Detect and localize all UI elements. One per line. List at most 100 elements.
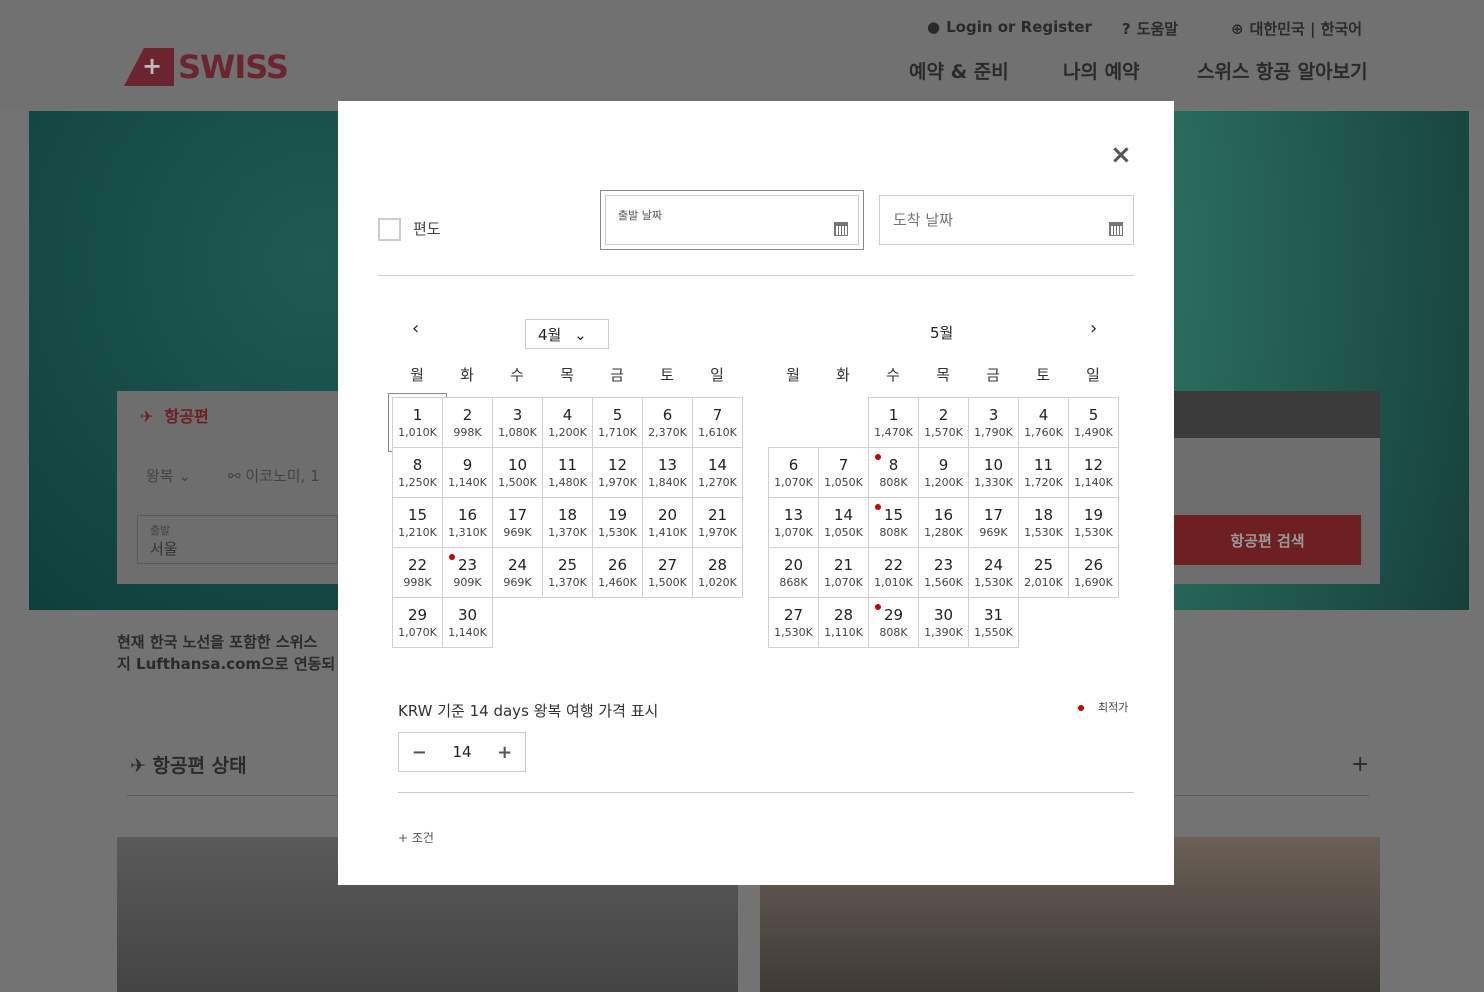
calendar-day[interactable]: 14 1,270K <box>692 447 743 498</box>
close-icon[interactable]: × <box>1110 140 1132 170</box>
calendar-day[interactable]: 7 1,610K <box>692 397 743 448</box>
help-icon: ? <box>1122 19 1131 38</box>
calendar-day[interactable]: 14 1,050K <box>818 497 869 548</box>
calendar-day[interactable]: 3 1,790K <box>968 397 1019 448</box>
conditions-toggle[interactable]: + 조건 <box>398 829 434 846</box>
swiss-logo[interactable]: + SWISS <box>124 48 289 86</box>
prev-month-button[interactable]: ‹ <box>412 318 419 339</box>
calendar-day[interactable]: 30 1,140K <box>442 597 493 648</box>
day-price: 998K <box>453 426 482 439</box>
trip-length-value[interactable]: 14 <box>452 743 471 761</box>
user-icon: ● <box>927 18 941 36</box>
calendar-day[interactable]: 21 1,070K <box>818 547 869 598</box>
day-price: 969K <box>979 526 1008 539</box>
calendar-day[interactable]: 17 969K <box>968 497 1019 548</box>
calendar-day[interactable]: 28 1,110K <box>818 597 869 648</box>
calendar-day[interactable]: 17 969K <box>492 497 543 548</box>
calendar-day[interactable]: 19 1,530K <box>1068 497 1119 548</box>
nav-explore[interactable]: 스위스 항공 알아보기 <box>1197 57 1368 84</box>
login-link[interactable]: ● Login or Register <box>927 18 1092 36</box>
calendar-day[interactable]: 27 1,530K <box>768 597 819 648</box>
calendar-day[interactable]: 4 1,760K <box>1018 397 1069 448</box>
calendar-day[interactable]: 8 1,250K <box>392 447 443 498</box>
day-number: 20 <box>657 506 678 524</box>
depart-date-input[interactable]: 출발 날짜 <box>605 195 859 245</box>
calendar-day[interactable]: 29 1,070K <box>392 597 443 648</box>
calendar-day[interactable]: 28 1,020K <box>692 547 743 598</box>
day-price: 1,070K <box>774 526 813 539</box>
day-price: 1,210K <box>398 526 437 539</box>
calendar-day[interactable]: 23 909K <box>442 547 493 598</box>
calendar-day[interactable]: 12 1,970K <box>592 447 643 498</box>
calendar-day[interactable]: 8 808K <box>868 447 919 498</box>
calendar-day[interactable]: 31 1,550K <box>968 597 1019 648</box>
help-link[interactable]: ? 도움말 <box>1122 18 1178 39</box>
calendar-day[interactable]: 4 1,200K <box>542 397 593 448</box>
weekday-header: 수 <box>510 366 524 384</box>
day-number: 13 <box>783 506 804 524</box>
calendar-day[interactable]: 16 1,280K <box>918 497 969 548</box>
nav-my-bookings[interactable]: 나의 예약 <box>1063 57 1140 84</box>
calendar-day[interactable]: 2 998K <box>442 397 493 448</box>
calendar-day[interactable]: 1 1,470K <box>868 397 919 448</box>
increment-button[interactable]: + <box>497 742 512 763</box>
calendar-day[interactable]: 12 1,140K <box>1068 447 1119 498</box>
return-date-input[interactable]: 도착 날짜 <box>879 195 1134 245</box>
day-number: 9 <box>462 456 473 474</box>
expand-status-button[interactable]: + <box>1351 752 1369 777</box>
calendar-day[interactable]: 22 1,010K <box>868 547 919 598</box>
calendar-day[interactable]: 29 808K <box>868 597 919 648</box>
calendar-day[interactable]: 11 1,480K <box>542 447 593 498</box>
calendar-day[interactable]: 13 1,070K <box>768 497 819 548</box>
calendar-day[interactable]: 16 1,310K <box>442 497 493 548</box>
calendar-day[interactable]: 25 2,010K <box>1018 547 1069 598</box>
calendar-day[interactable]: 6 2,370K <box>642 397 693 448</box>
calendar-day[interactable]: 26 1,460K <box>592 547 643 598</box>
calendar-day[interactable]: 24 1,530K <box>968 547 1019 598</box>
day-price: 969K <box>503 526 532 539</box>
nav-book[interactable]: 예약 & 준비 <box>909 57 1009 84</box>
calendar-day[interactable]: 15 808K <box>868 497 919 548</box>
calendar-day[interactable]: 23 1,560K <box>918 547 969 598</box>
day-number: 15 <box>407 506 428 524</box>
decrement-button[interactable]: − <box>412 742 427 763</box>
calendar-day[interactable]: 18 1,370K <box>542 497 593 548</box>
calendar-day[interactable]: 7 1,050K <box>818 447 869 498</box>
calendar-day[interactable]: 24 969K <box>492 547 543 598</box>
calendar-day[interactable]: 18 1,530K <box>1018 497 1069 548</box>
calendar-day[interactable]: 9 1,140K <box>442 447 493 498</box>
calendar-day[interactable]: 27 1,500K <box>642 547 693 598</box>
month-select[interactable]: 4월 ⌄ <box>525 319 609 349</box>
cabin-select[interactable]: ⚯ 이코노미, 1 <box>228 465 320 486</box>
calendar-day[interactable]: 10 1,500K <box>492 447 543 498</box>
calendar-day[interactable]: 6 1,070K <box>768 447 819 498</box>
day-number: 8 <box>412 456 423 474</box>
calendar-day[interactable]: 9 1,200K <box>918 447 969 498</box>
calendar-day[interactable]: 19 1,530K <box>592 497 643 548</box>
oneway-checkbox[interactable] <box>378 218 401 241</box>
trip-type-select[interactable]: 왕복 ⌄ <box>146 465 191 486</box>
calendar-day[interactable]: 2 1,570K <box>918 397 969 448</box>
day-price: 909K <box>453 576 482 589</box>
calendar-day[interactable]: 15 1,210K <box>392 497 443 548</box>
locale-link[interactable]: ⊕ 대한민국 | 한국어 <box>1231 18 1362 39</box>
origin-field[interactable]: 출발 서울 <box>137 515 338 564</box>
next-month-button[interactable]: › <box>1090 318 1097 339</box>
calendar-day[interactable]: 5 1,710K <box>592 397 643 448</box>
calendar-day[interactable]: 25 1,370K <box>542 547 593 598</box>
flights-tab[interactable]: ✈ 항공편 <box>140 403 209 427</box>
flight-status-heading[interactable]: ✈ 항공편 상태 <box>130 751 247 778</box>
calendar-day[interactable]: 20 868K <box>768 547 819 598</box>
calendar-day[interactable]: 21 1,970K <box>692 497 743 548</box>
calendar-day[interactable]: 10 1,330K <box>968 447 1019 498</box>
calendar-day[interactable]: 3 1,080K <box>492 397 543 448</box>
calendar-day[interactable]: 13 1,840K <box>642 447 693 498</box>
calendar-day[interactable]: 11 1,720K <box>1018 447 1069 498</box>
calendar-day[interactable]: 22 998K <box>392 547 443 598</box>
calendar-day[interactable]: 30 1,390K <box>918 597 969 648</box>
calendar-day[interactable]: 20 1,410K <box>642 497 693 548</box>
calendar-day[interactable]: 26 1,690K <box>1068 547 1119 598</box>
calendar-day[interactable]: 5 1,490K <box>1068 397 1119 448</box>
calendar-day[interactable]: 1 1,010K <box>388 393 447 452</box>
search-flights-button[interactable]: 항공편 검색 <box>1174 515 1361 565</box>
